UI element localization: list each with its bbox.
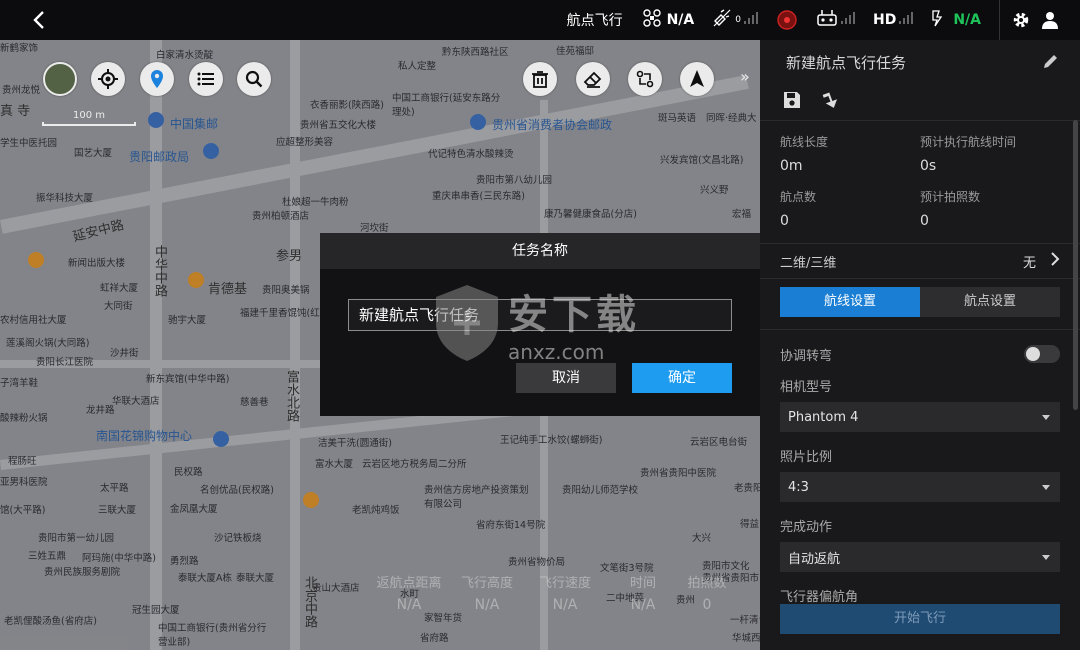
chevron-right-icon bbox=[1050, 252, 1060, 270]
gps-count: 0 bbox=[735, 15, 741, 25]
chevron-down-icon bbox=[1042, 414, 1050, 420]
start-flight-button[interactable]: 开始飞行 bbox=[780, 604, 1060, 634]
dimension-row[interactable]: 二维/三维 无 bbox=[760, 243, 1080, 279]
route-settings: 协调转弯 相机型号 Phantom 4 照片比例 4:3 完成动作 自动返航 飞… bbox=[760, 334, 1080, 606]
battery-status: N/A bbox=[931, 9, 981, 31]
mission-title: 新建航点飞行任务 bbox=[786, 53, 907, 72]
flight-mode-label: 航点飞行 bbox=[566, 13, 623, 29]
remote-controller-status bbox=[816, 9, 855, 31]
finish-action-value: 自动返航 bbox=[788, 551, 841, 567]
finish-action-select[interactable]: 自动返航 bbox=[780, 542, 1060, 572]
chevron-down-icon bbox=[1042, 484, 1050, 490]
settings-gear-icon[interactable] bbox=[1012, 11, 1030, 29]
camera-model-select[interactable]: Phantom 4 bbox=[780, 402, 1060, 432]
save-icon[interactable] bbox=[782, 90, 802, 114]
panel-scrollbar[interactable] bbox=[1073, 120, 1078, 410]
import-arrow-icon[interactable] bbox=[822, 90, 842, 114]
finish-action-label: 完成动作 bbox=[780, 520, 833, 535]
watermark-sub: anxz.com bbox=[508, 340, 605, 364]
coordinated-turn-row: 协调转弯 bbox=[780, 334, 1060, 374]
hd-label: HD bbox=[872, 12, 897, 28]
panel-actions bbox=[760, 84, 1080, 120]
user-icon[interactable] bbox=[1042, 11, 1058, 29]
mission-settings-panel: 新建航点飞行任务 航线长度 0m 预计执行航线时间 0s 航点数 0 预计拍照数 0 二… bbox=[760, 40, 1080, 650]
tab-route-settings[interactable]: 航线设置 bbox=[780, 287, 920, 317]
cancel-button[interactable]: 取消 bbox=[516, 363, 616, 393]
tab-waypoint-settings[interactable]: 航点设置 bbox=[920, 287, 1060, 317]
chevron-down-icon bbox=[1042, 554, 1050, 560]
topbar-divider bbox=[999, 0, 1000, 40]
dimension-value: 无 bbox=[1022, 255, 1036, 271]
yaw-label: 飞行器偏航角 bbox=[780, 590, 859, 605]
stat-estimated-time: 预计执行航线时间 0s bbox=[920, 135, 1017, 174]
hd-signal-bars-icon bbox=[899, 12, 914, 28]
obstacle-icon bbox=[776, 9, 798, 31]
battery-icon bbox=[931, 9, 947, 31]
aircraft-value: N/A bbox=[666, 12, 695, 28]
dimension-label: 二维/三维 bbox=[780, 255, 837, 271]
stat-route-length: 航线长度 0m bbox=[780, 135, 829, 174]
watermark-logo: 安下载 anxz.com bbox=[432, 282, 640, 364]
mission-stats: 航线长度 0m 预计执行航线时间 0s 航点数 0 预计拍照数 0 bbox=[760, 121, 1080, 235]
coordinated-turn-toggle[interactable] bbox=[1024, 345, 1060, 363]
rc-signal-bars-icon bbox=[840, 12, 855, 28]
stat-waypoint-count: 航点数 0 bbox=[780, 190, 817, 229]
panel-header: 新建航点飞行任务 bbox=[760, 40, 1080, 84]
settings-tabs: 航线设置 航点设置 bbox=[780, 287, 1060, 317]
remote-controller-icon bbox=[816, 9, 838, 31]
signal-bars-icon bbox=[743, 12, 758, 28]
dialog-title: 任务名称 bbox=[320, 233, 760, 269]
photo-ratio-value: 4:3 bbox=[788, 479, 809, 495]
hd-status: HD bbox=[872, 12, 914, 28]
watermark-text: 安下载 bbox=[508, 292, 640, 338]
aircraft-status: N/A bbox=[642, 9, 695, 31]
gps-status: 0 bbox=[712, 9, 758, 31]
camera-model-value: Phantom 4 bbox=[788, 409, 859, 425]
photo-ratio-select[interactable]: 4:3 bbox=[780, 472, 1060, 502]
camera-model-label: 相机型号 bbox=[780, 380, 833, 395]
battery-value: N/A bbox=[953, 12, 981, 28]
watermark-shield-icon bbox=[436, 285, 498, 361]
coordinated-turn-label: 协调转弯 bbox=[780, 348, 833, 364]
confirm-button[interactable]: 确定 bbox=[632, 363, 732, 393]
photo-ratio-label: 照片比例 bbox=[780, 450, 833, 465]
edit-pencil-icon[interactable] bbox=[1042, 52, 1060, 74]
satellite-icon bbox=[712, 9, 734, 31]
drone-icon bbox=[642, 9, 661, 31]
back-icon[interactable] bbox=[26, 6, 54, 34]
top-bar: 航点飞行 N/A 0 HD N/A bbox=[0, 0, 1080, 40]
stat-estimated-photos: 预计拍照数 0 bbox=[920, 190, 981, 229]
panel-divider bbox=[760, 329, 1080, 330]
